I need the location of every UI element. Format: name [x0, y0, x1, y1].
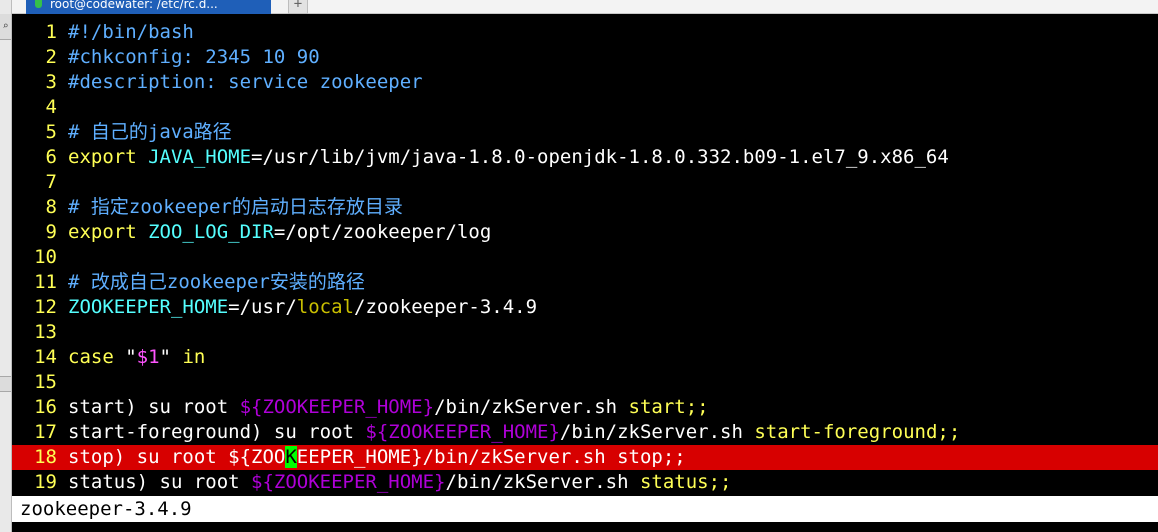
code-token: JAVA_HOME [148, 146, 252, 168]
line-number: 15 [34, 371, 57, 393]
code-text: export ZOO_LOG_DIR=/opt/zookeeper/log [68, 220, 491, 245]
code-token: stop) su root ${ZOO [68, 446, 286, 468]
code-token: start-foreground;; [754, 421, 961, 443]
code-token: EEPER_HOME}/bin/zkServer.sh stop;; [296, 446, 686, 468]
code-text: case "$1" in [68, 345, 205, 370]
line-number: 7 [45, 171, 57, 193]
code-token: local [296, 296, 354, 318]
line-number: 3 [45, 71, 57, 93]
code-line[interactable]: 12 ZOOKEEPER_HOME=/usr/local/zookeeper-3.… [12, 295, 1158, 320]
code-text: export JAVA_HOME=/usr/lib/jvm/java-1.8.0… [68, 145, 949, 170]
line-number: 1 [45, 21, 57, 43]
tab-terminal-session[interactable]: root@codewater: /etc/rc.d... [26, 0, 271, 14]
code-text: start-foreground) su root ${ZOOKEEPER_HO… [68, 420, 960, 445]
code-token: status;; [639, 471, 732, 493]
line-number: 14 [34, 346, 57, 368]
code-line[interactable]: 17 start-foreground) su root ${ZOOKEEPER_… [12, 420, 1158, 445]
line-number: 11 [34, 271, 57, 293]
code-text: status) su root ${ZOOKEEPER_HOME}/bin/zk… [68, 470, 731, 495]
code-token: /bin/zkServer.sh [559, 421, 755, 443]
code-text: start) su root ${ZOOKEEPER_HOME}/bin/zkS… [68, 395, 709, 420]
code-line[interactable]: 3 #description: service zookeeper [12, 70, 1158, 95]
text-cursor: K [285, 446, 297, 468]
code-token: /bin/zkServer.sh [445, 471, 640, 493]
line-number: 4 [45, 96, 57, 118]
code-token: /bin/zkServer.sh [434, 396, 629, 418]
code-token: =/usr/ [228, 296, 297, 318]
line-number: 10 [34, 246, 57, 268]
code-token: # 指定zookeeper的启动日志存放目录 [68, 196, 403, 218]
code-token: #!/bin/bash [68, 21, 194, 43]
code-line[interactable]: 10 [12, 245, 1158, 270]
scrollbar-thumb[interactable] [0, 376, 11, 392]
code-text: #description: service zookeeper [68, 70, 423, 95]
tab-bar: root@codewater: /etc/rc.d... + [12, 0, 1158, 14]
line-number: 12 [34, 296, 57, 318]
vim-command-line[interactable]: zookeeper-3.4.9 [12, 496, 1158, 522]
code-line[interactable]: 6 export JAVA_HOME=/usr/lib/jvm/java-1.8.… [12, 145, 1158, 170]
code-text: #chkconfig: 2345 10 90 [68, 45, 320, 70]
code-text: ZOOKEEPER_HOME=/usr/local/zookeeper-3.4.… [68, 295, 537, 320]
code-token: =/opt/zookeeper/log [273, 221, 492, 243]
code-token: ${ZOOKEEPER_HOME} [365, 421, 560, 443]
code-token: export [68, 146, 149, 168]
code-line[interactable]: 11 # 改成自己zookeeper安装的路径 [12, 270, 1158, 295]
code-token: ${ZOOKEEPER_HOME} [251, 471, 446, 493]
code-token: =/usr/lib/jvm/java-1.8.0-openjdk-1.8.0.3… [251, 146, 949, 168]
code-token: export [68, 221, 149, 243]
code-token: /zookeeper-3.4.9 [354, 296, 538, 318]
code-text: # 指定zookeeper的启动日志存放目录 [68, 195, 403, 220]
code-token: ZOOKEEPER_HOME [68, 296, 229, 318]
line-number: 8 [45, 196, 57, 218]
code-line[interactable]: 19 status) su root ${ZOOKEEPER_HOME}/bin/… [12, 470, 1158, 495]
code-line[interactable]: 5 # 自己的java路径 [12, 120, 1158, 145]
code-token: case [68, 346, 126, 368]
code-token: " [125, 346, 137, 368]
code-token: in [171, 346, 206, 368]
code-text: # 改成自己zookeeper安装的路径 [68, 270, 365, 295]
line-number: 13 [34, 321, 57, 343]
code-line[interactable]: 18 stop) su root ${ZOOKEEPER_HOME}/bin/zk… [12, 445, 1158, 470]
code-line[interactable]: 15 [12, 370, 1158, 395]
code-line[interactable]: 13 [12, 320, 1158, 345]
code-token: start-foreground [68, 421, 252, 443]
code-token: ZOO_LOG_DIR [148, 221, 274, 243]
code-token: # 自己的java路径 [68, 121, 232, 143]
code-line[interactable]: 8 # 指定zookeeper的启动日志存放目录 [12, 195, 1158, 220]
scrollbar-search-icon[interactable]: ⌕ [0, 14, 11, 40]
new-tab-button[interactable]: + [288, 0, 308, 14]
code-token: start) su root [68, 396, 240, 418]
code-line[interactable]: 14 case "$1" in [12, 345, 1158, 370]
code-line[interactable]: 2 #chkconfig: 2345 10 90 [12, 45, 1158, 70]
vim-editor-buffer[interactable]: 1 #!/bin/bash 2 #chkconfig: 2345 10 90 3 #des… [12, 20, 1158, 496]
code-token: status) su root [68, 471, 252, 493]
line-number: 17 [34, 421, 57, 443]
code-token: #description: service zookeeper [68, 71, 423, 93]
code-text: # 自己的java路径 [68, 120, 232, 145]
code-token: start;; [628, 396, 709, 418]
code-line[interactable]: 16 start) su root ${ZOOKEEPER_HOME}/bin/z… [12, 395, 1158, 420]
code-token: # 改成自己zookeeper安装的路径 [68, 271, 365, 293]
code-line[interactable]: 1 #!/bin/bash [12, 20, 1158, 45]
code-text: #!/bin/bash [68, 20, 194, 45]
code-line[interactable]: 4 [12, 95, 1158, 120]
line-number: 9 [45, 221, 57, 243]
code-token: ) su root [251, 421, 366, 443]
code-token: #chkconfig: 2345 10 90 [68, 46, 320, 68]
line-number: 19 [34, 471, 57, 493]
code-line[interactable]: 9 export ZOO_LOG_DIR=/opt/zookeeper/log [12, 220, 1158, 245]
code-token: " [159, 346, 171, 368]
vertical-scrollbar[interactable]: ⌕ [0, 0, 12, 532]
code-text: stop) su root ${ZOOKEEPER_HOME}/bin/zkSe… [68, 445, 686, 470]
code-token: ${ZOOKEEPER_HOME} [239, 396, 435, 418]
code-token: $1 [136, 346, 160, 368]
line-number: 18 [34, 446, 57, 468]
line-number: 5 [45, 121, 57, 143]
line-number: 16 [34, 396, 57, 418]
line-number: 2 [45, 46, 57, 68]
line-number: 6 [45, 146, 57, 168]
code-line[interactable]: 7 [12, 170, 1158, 195]
